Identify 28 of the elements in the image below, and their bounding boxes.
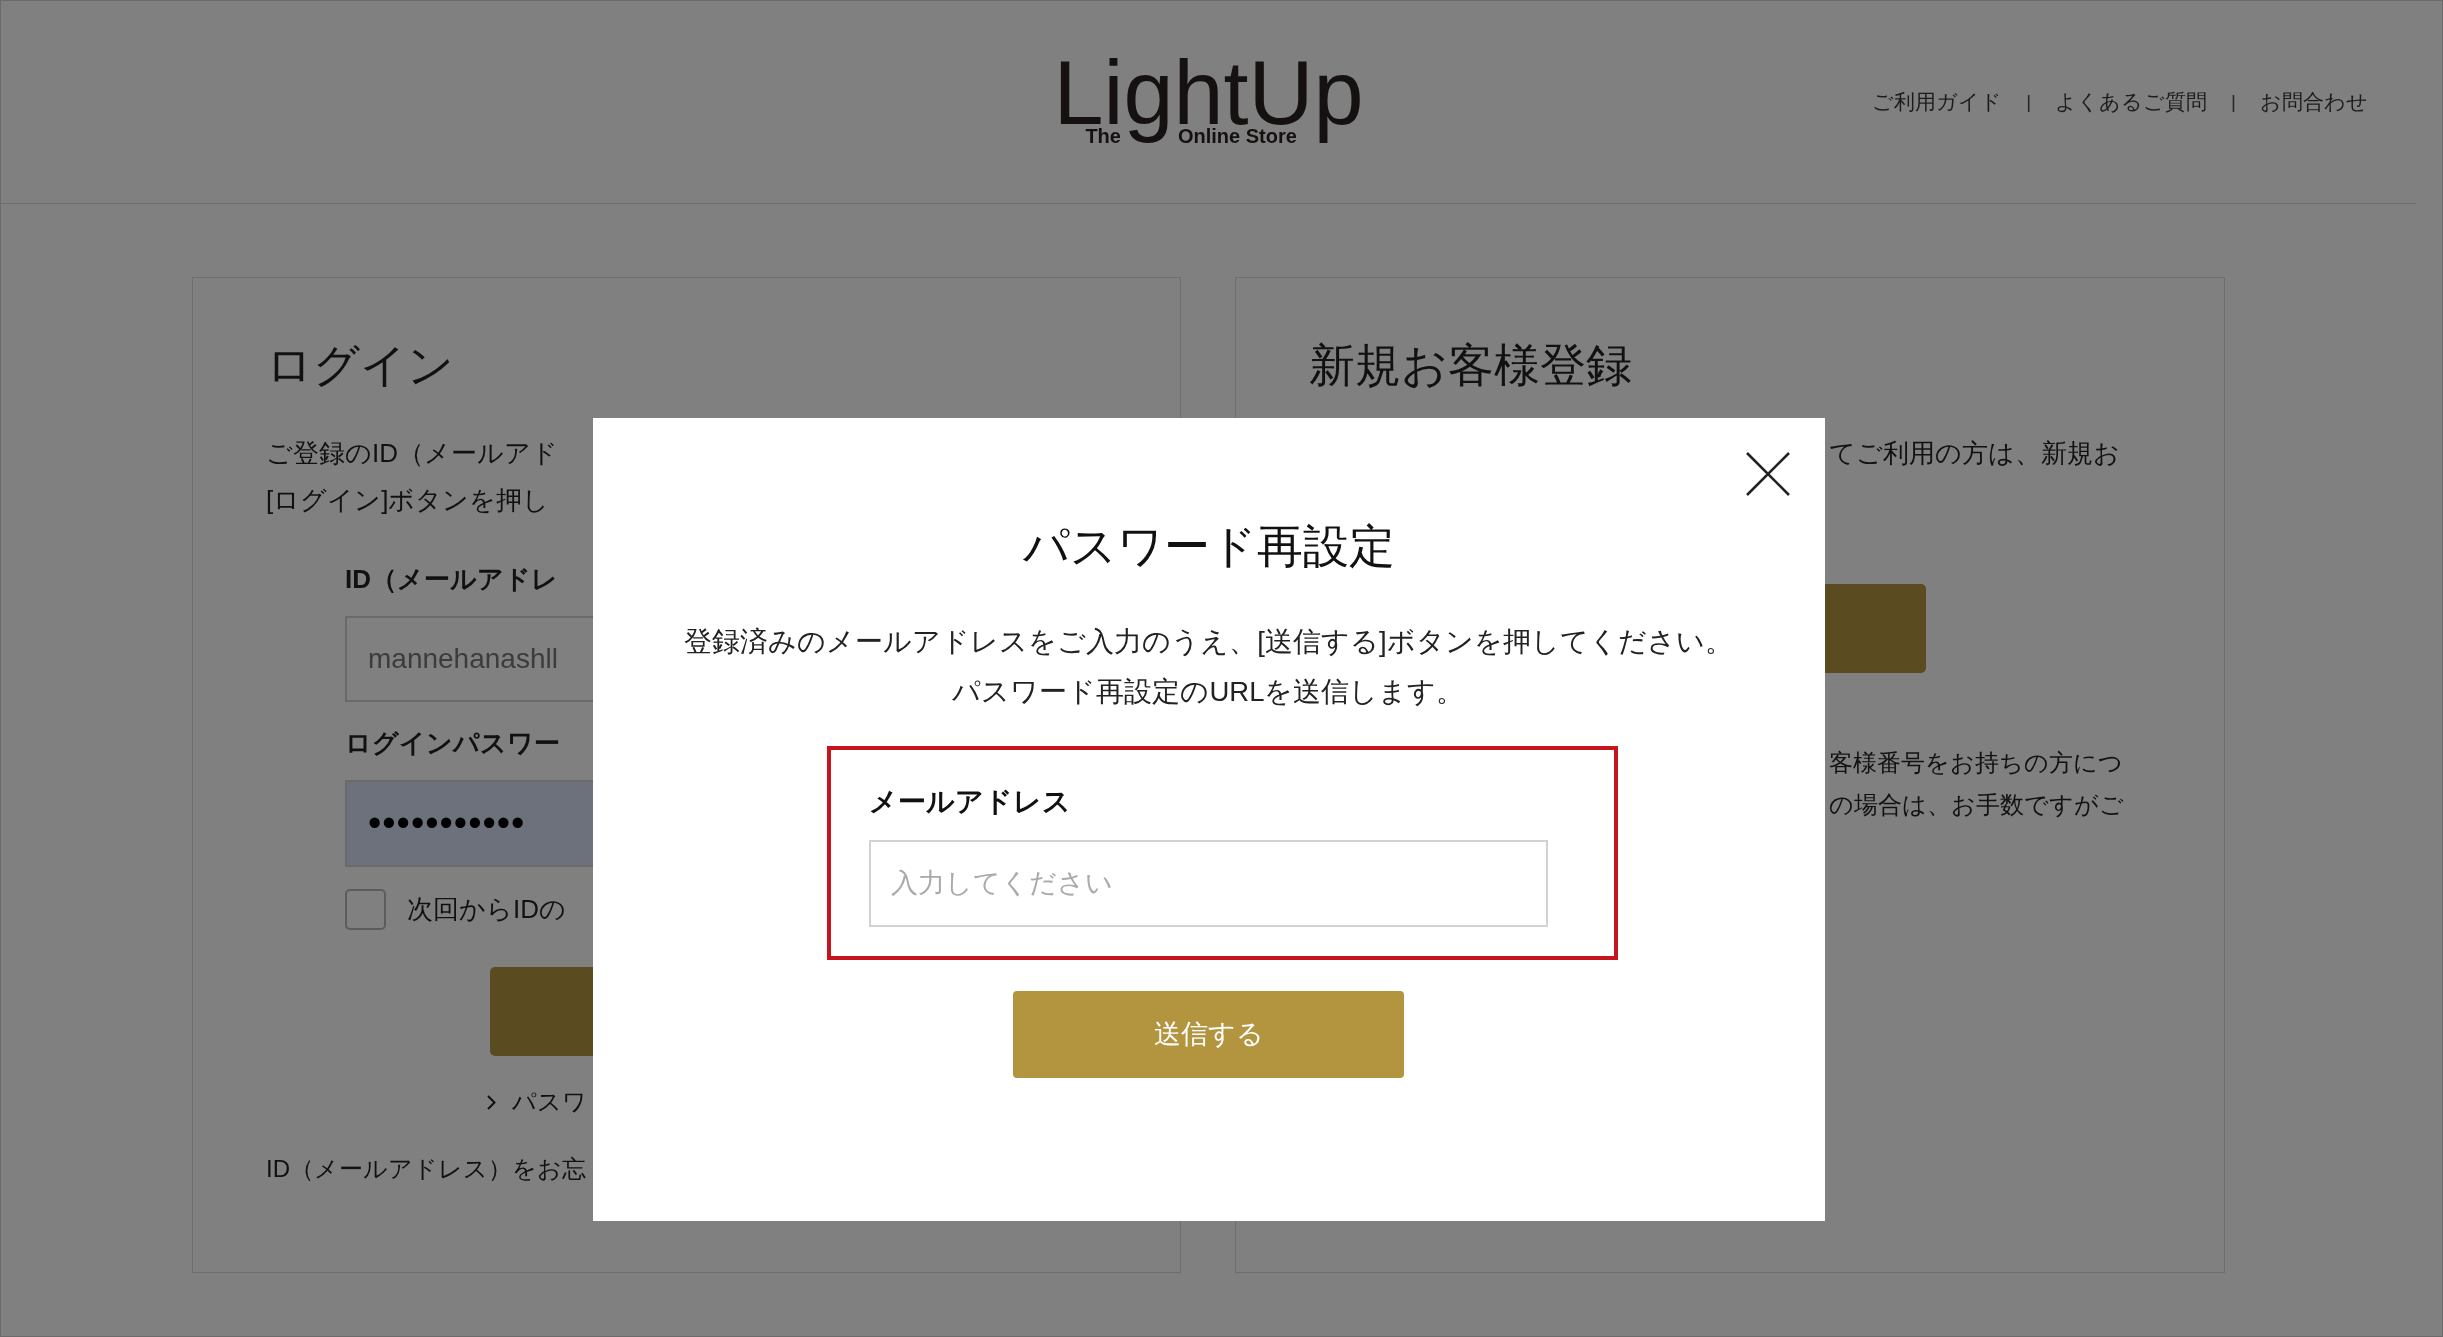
login-button[interactable] xyxy=(490,967,593,1056)
nav-link[interactable]: よくあるご質問 xyxy=(2055,87,2208,117)
field-label: メールアドレス xyxy=(868,785,1071,819)
field-label: ログインパスワー xyxy=(345,727,560,760)
intro-text: ご登録のID（メールアド [ログイン]ボタンを押し xyxy=(266,437,558,517)
nav-separator: | xyxy=(2026,90,2032,114)
field-label: ID（メールアドレ xyxy=(345,563,558,596)
note-text: ID（メールアドレス）をお忘 xyxy=(266,1154,586,1184)
nav-link[interactable]: ご利用ガイド xyxy=(1872,87,2003,117)
checkbox-label: 次回からIDの xyxy=(407,893,566,926)
register-button[interactable] xyxy=(1825,584,1926,673)
text-link[interactable]: パスワ xyxy=(512,1085,587,1119)
dialog-title: パスワード再設定 xyxy=(1022,520,1395,574)
nav-link[interactable]: お問合わせ xyxy=(2260,87,2368,117)
checkbox[interactable] xyxy=(345,889,386,930)
section-title: 新規お客様登録 xyxy=(1309,339,1632,393)
close-icon xyxy=(1745,452,1790,496)
close-button[interactable] xyxy=(1745,452,1790,496)
password-field[interactable]: ••••••••••• xyxy=(345,780,593,867)
section-title: ログイン xyxy=(266,339,454,393)
intro-text: てご利用の方は、新規お xyxy=(1829,437,2120,470)
note-text: 客様番号をお持ちの方につ の場合は、お手数ですがご xyxy=(1829,748,2124,820)
dialog-message: 登録済みのメールアドレスをご入力のうえ、[送信する]ボタンを押してください。 パスワード再設定のURLを送信します。 xyxy=(684,625,1733,709)
email-field[interactable]: 入力してください xyxy=(868,840,1548,927)
nav-separator: | xyxy=(2231,90,2236,114)
input-field[interactable]: mannehanashll xyxy=(345,616,593,702)
send-button[interactable]: 送信する xyxy=(1013,991,1404,1078)
chevron-right-icon xyxy=(487,1094,496,1110)
